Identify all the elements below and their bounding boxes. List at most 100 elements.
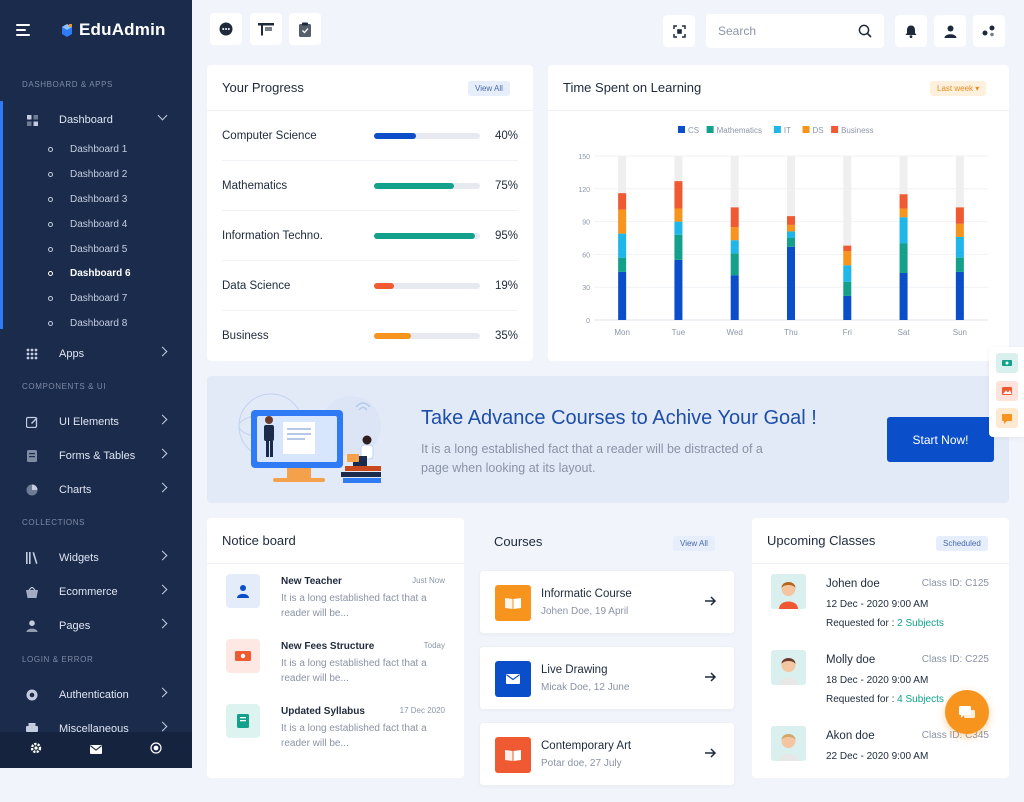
chevron-right-icon (157, 721, 168, 732)
nav-label: UI Elements (59, 416, 119, 428)
nav-dashboard[interactable]: Dashboard (0, 101, 192, 329)
sidebar-item-dashboard-6[interactable]: Dashboard 6 (0, 261, 192, 286)
bullet-icon (48, 321, 53, 327)
request-label: Requested for : (826, 694, 898, 705)
chat-button[interactable] (210, 13, 242, 45)
x-tick-label: Wed (727, 328, 743, 337)
course-card[interactable]: Informatic Course Johen Doe, 19 April (479, 570, 735, 634)
bar-segment (618, 233, 627, 258)
bar-segment (618, 257, 627, 272)
money-icon[interactable] (996, 353, 1018, 373)
mail-icon[interactable] (90, 741, 102, 759)
arrow-right-icon[interactable] (703, 746, 717, 760)
time-spent-chart: CS Mathematics IT DS Business 0 30 60 90 120 150 Mo… (548, 111, 1008, 361)
image-icon[interactable] (996, 381, 1018, 401)
nav-apps[interactable]: Apps (0, 337, 192, 371)
logo-icon (62, 23, 72, 37)
class-item[interactable]: Johen doe Class ID: C125 12 Dec - 2020 9:0… (771, 574, 989, 650)
bar-segment (843, 265, 852, 282)
bar-segment (843, 251, 852, 266)
notice-item[interactable]: New Teacher Just Now It is a long establis… (226, 574, 445, 624)
sidebar-item-dashboard-4[interactable]: Dashboard 4 (0, 212, 192, 237)
bar-segment (618, 271, 627, 320)
start-now-button[interactable]: Start Now! (887, 417, 994, 462)
bar-segment (899, 208, 908, 218)
settings-button[interactable] (973, 15, 1005, 47)
class-item[interactable]: Akon doe Class ID: C345 22 Dec - 2020 9:00… (771, 726, 989, 802)
progress-percent: 75% (494, 179, 518, 192)
sidebar-item-dashboard-7[interactable]: Dashboard 7 (0, 286, 192, 311)
notice-title: New Fees Structure (281, 641, 375, 652)
progress-bar (374, 182, 480, 189)
progress-fill (374, 182, 454, 189)
clipboard-button[interactable] (289, 13, 321, 45)
menu-toggle-icon[interactable] (16, 24, 30, 36)
subjects-link[interactable]: 4 Subjects (897, 694, 944, 705)
nav-charts[interactable]: Charts (0, 473, 192, 507)
arrow-right-icon[interactable] (703, 670, 717, 684)
bullet-icon (48, 246, 53, 252)
sidebar-item-dashboard-8[interactable]: Dashboard 8 (0, 311, 192, 336)
scheduled-badge: Scheduled (936, 536, 988, 551)
fullscreen-button[interactable] (663, 15, 695, 47)
course-card[interactable]: Contemporary Art Potar doe, 27 July (479, 722, 735, 786)
bar-segment (899, 243, 908, 273)
progress-row: Information Techno. 95% (222, 211, 518, 261)
search-input[interactable] (718, 24, 854, 38)
chat-alt-icon[interactable] (996, 408, 1018, 428)
nav-authentication[interactable]: Authentication (0, 678, 192, 712)
nav-forms-tables[interactable]: Forms & Tables (0, 439, 192, 473)
notice-item[interactable]: New Fees Structure Today It is a long esta… (226, 639, 445, 689)
notice-header: Notice board (207, 518, 464, 564)
power-icon[interactable] (150, 741, 162, 759)
course-list: Informatic Course Johen Doe, 19 April Live… (463, 518, 753, 786)
nav-label: Apps (59, 348, 85, 360)
section-title-components: COMPONENTS & UI (22, 382, 107, 391)
sidebar-item-dashboard-2[interactable]: Dashboard 2 (0, 162, 192, 187)
progress-header: Your Progress View All (207, 65, 533, 111)
progress-bar (374, 132, 480, 139)
sidebar-item-label: Dashboard 5 (70, 243, 128, 255)
profile-button[interactable] (934, 15, 966, 47)
sidebar-item-label: Dashboard 2 (70, 168, 128, 180)
notifications-button[interactable] (895, 15, 927, 47)
bar-segment (674, 221, 683, 235)
settings-icon[interactable] (30, 741, 42, 759)
bar-segment (843, 295, 852, 320)
view-all-button[interactable]: View All (468, 81, 510, 96)
sidebar-item-dashboard-5[interactable]: Dashboard 5 (0, 237, 192, 262)
sidebar-item-dashboard-1[interactable]: Dashboard 1 (0, 137, 192, 162)
nav-ecommerce[interactable]: Ecommerce (0, 575, 192, 609)
y-tick-label: 0 (586, 318, 590, 325)
calendar-button[interactable] (250, 13, 282, 45)
nav-widgets[interactable]: Widgets (0, 541, 192, 575)
nav-label: Authentication (59, 689, 129, 701)
search-icon[interactable] (858, 24, 872, 38)
chevron-right-icon (157, 550, 168, 561)
sidebar-item-label: Dashboard 3 (70, 193, 128, 205)
bar-segment (674, 181, 683, 209)
target-icon (26, 689, 38, 701)
notice-item[interactable]: Updated Syllabus 17 Dec 2020 It is a long … (226, 704, 445, 754)
nav-ui-elements[interactable]: UI Elements (0, 405, 192, 439)
y-tick-label: 90 (582, 220, 590, 227)
arrow-right-icon[interactable] (703, 594, 717, 608)
legend-swatch (831, 126, 839, 133)
legend-swatch (678, 126, 685, 133)
avatar (771, 726, 806, 761)
chat-fab-button[interactable] (945, 690, 989, 734)
subjects-link[interactable]: 2 Subjects (897, 618, 944, 629)
x-tick-label: Sun (953, 328, 967, 337)
card-title: Notice board (222, 533, 296, 548)
course-card[interactable]: Live Drawing Micak Doe, 12 June (479, 646, 735, 710)
progress-fill (374, 333, 412, 339)
nav-pages[interactable]: Pages (0, 609, 192, 643)
sidebar-item-dashboard-3[interactable]: Dashboard 3 (0, 187, 192, 212)
week-filter-dropdown[interactable]: Last week ▾ (930, 81, 987, 96)
time-spent-header: Time Spent on Learning Last week ▾ (548, 65, 1009, 111)
sidebar-item-label: Dashboard 7 (70, 293, 128, 305)
chevron-right-icon (157, 584, 168, 595)
bullet-icon (48, 171, 53, 177)
course-subtitle: Johen Doe, 19 April (541, 606, 629, 617)
legend-label: IT (784, 126, 791, 135)
